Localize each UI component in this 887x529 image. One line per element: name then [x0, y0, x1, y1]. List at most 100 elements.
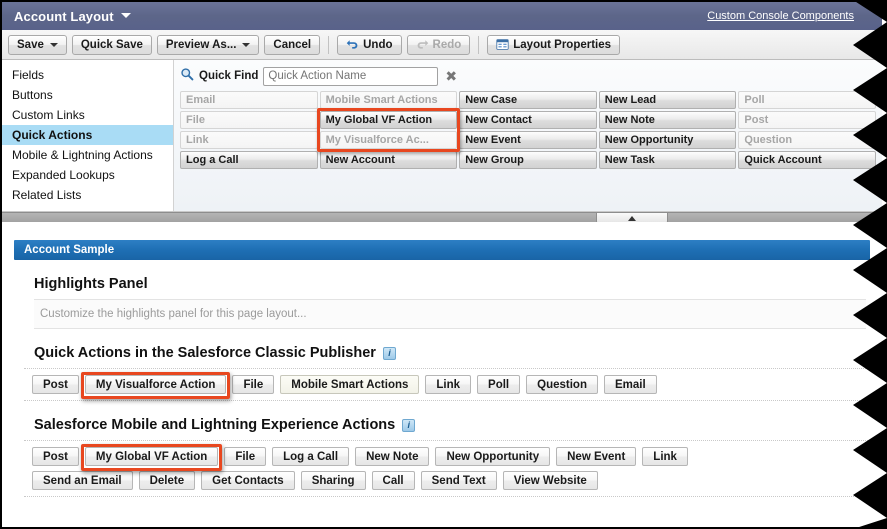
- cancel-button[interactable]: Cancel: [264, 34, 321, 55]
- publisher-action-label: Mobile Smart Actions: [291, 378, 409, 391]
- palette-action-item[interactable]: New Account: [319, 151, 458, 169]
- publisher-action-label: New Event: [567, 450, 626, 463]
- publisher-action-button[interactable]: Send Text: [420, 471, 497, 490]
- sidebar-item-label: Fields: [12, 68, 45, 82]
- publisher-action-button[interactable]: New Event: [556, 447, 637, 466]
- publisher-action-button[interactable]: Delete: [138, 471, 196, 490]
- info-icon[interactable]: i: [402, 418, 416, 432]
- custom-console-components-link[interactable]: Custom Console Components: [707, 10, 854, 22]
- sidebar-item-buttons[interactable]: Buttons: [2, 85, 173, 105]
- palette-action-item[interactable]: Quick Account: [738, 151, 876, 169]
- palette-action-label: New Event: [465, 134, 521, 146]
- palette-action-item[interactable]: New Lead: [598, 91, 737, 109]
- publisher-action-label: Post: [43, 378, 68, 391]
- palette-action-item[interactable]: New Case: [459, 91, 597, 109]
- redo-arrow-icon: [416, 38, 429, 51]
- toolbar-divider-2: [478, 35, 480, 54]
- palette-action-label: Post: [744, 114, 769, 126]
- layout-preview: Account Sample Highlights Panel Customiz…: [2, 222, 882, 497]
- publisher-action-button[interactable]: Link: [642, 447, 688, 466]
- palette-area: Fields Buttons Custom Links Quick Actions Mo…: [2, 60, 882, 212]
- magnifier-icon: [180, 67, 194, 86]
- triangle-up-icon: [628, 215, 636, 221]
- highlights-panel-dropzone[interactable]: Customize the highlights panel for this …: [34, 299, 866, 329]
- sidebar-item-quick-actions[interactable]: Quick Actions: [2, 125, 173, 145]
- publisher-action-label: Sharing: [311, 474, 355, 487]
- caret-down-icon[interactable]: [120, 12, 131, 18]
- publisher-action-button[interactable]: Post: [32, 447, 79, 466]
- undo-arrow-icon: [346, 38, 359, 51]
- redo-button: Redo: [406, 34, 471, 55]
- sidebar-item-mobile-lightning-actions[interactable]: Mobile & Lightning Actions: [2, 145, 173, 165]
- publisher-action-button[interactable]: New Opportunity: [435, 447, 551, 466]
- redo-label: Redo: [432, 38, 462, 51]
- publisher-action-label: Poll: [488, 378, 510, 391]
- sidebar-item-label: Buttons: [12, 88, 53, 102]
- preview-as-button[interactable]: Preview As...: [156, 34, 260, 55]
- palette-action-item[interactable]: New Opportunity: [598, 131, 737, 149]
- caret-down-icon[interactable]: [49, 42, 58, 47]
- publisher-action-label: Delete: [149, 474, 185, 487]
- palette-action-label: Mobile Smart Actions: [325, 94, 438, 106]
- publisher-action-button[interactable]: My Visualforce Action: [84, 375, 227, 394]
- publisher-action-button[interactable]: File: [224, 447, 267, 466]
- palette-action-label: File: [186, 114, 205, 126]
- palette-action-label: New Case: [465, 94, 518, 106]
- publisher-action-label: Email: [614, 378, 646, 391]
- classic-publisher-title: Quick Actions in the Salesforce Classic …: [34, 345, 882, 361]
- palette-action-item: Mobile Smart Actions: [319, 91, 458, 109]
- publisher-action-button[interactable]: Link: [425, 375, 472, 394]
- publisher-action-button[interactable]: Log a Call: [272, 447, 350, 466]
- publisher-action-label: My Global VF Action: [95, 450, 208, 463]
- mobile-lightning-row: Send an Email Delete Get Contacts Sharing Ca…: [24, 471, 882, 490]
- publisher-action-label: Send an Email: [43, 474, 122, 487]
- publisher-action-button[interactable]: Post: [32, 375, 79, 394]
- palette-action-item[interactable]: Log a Call: [180, 151, 318, 169]
- undo-button[interactable]: Undo: [337, 34, 402, 55]
- publisher-action-button[interactable]: View Website: [502, 471, 598, 490]
- info-icon[interactable]: i: [382, 346, 396, 360]
- publisher-action-button[interactable]: New Note: [355, 447, 430, 466]
- publisher-action-button[interactable]: Get Contacts: [201, 471, 295, 490]
- sidebar-item-related-lists[interactable]: Related Lists: [2, 185, 173, 205]
- publisher-action-button[interactable]: Email: [603, 375, 657, 394]
- palette-action-item: Question: [738, 131, 876, 149]
- quick-find-input[interactable]: [263, 66, 439, 86]
- page-root: Account Layout Custom Console Components…: [0, 0, 887, 529]
- publisher-action-button[interactable]: My Global VF Action: [84, 447, 219, 466]
- palette-action-item[interactable]: New Note: [598, 111, 737, 129]
- sidebar-item-expanded-lookups[interactable]: Expanded Lookups: [2, 165, 173, 185]
- sidebar-item-fields[interactable]: Fields: [2, 65, 173, 85]
- mobile-lightning-row: Post My Global VF Action File Log a Call New…: [24, 447, 882, 466]
- palette-action-item: My Visualforce Ac...: [319, 131, 458, 149]
- preview-as-label: Preview As...: [165, 38, 237, 51]
- palette-action-item[interactable]: New Event: [459, 131, 597, 149]
- palette-action-item[interactable]: New Task: [598, 151, 737, 169]
- publisher-action-button[interactable]: Question: [526, 375, 598, 394]
- palette-action-item[interactable]: My Global VF Action: [319, 111, 458, 129]
- palette-action-label: New Group: [465, 154, 524, 166]
- publisher-action-button[interactable]: Sharing: [300, 471, 366, 490]
- palette-action-label: New Lead: [604, 94, 657, 106]
- publisher-action-button[interactable]: Call: [371, 471, 415, 490]
- quick-save-button[interactable]: Quick Save: [71, 34, 152, 55]
- sidebar-item-custom-links[interactable]: Custom Links: [2, 105, 173, 125]
- publisher-action-label: Question: [537, 378, 587, 391]
- palette-action-item[interactable]: New Group: [459, 151, 597, 169]
- save-button[interactable]: Save: [8, 34, 67, 55]
- caret-down-icon[interactable]: [242, 42, 251, 47]
- palette-action-item[interactable]: New Contact: [459, 111, 597, 129]
- quick-actions-palette: Quick Find ✖ Email Mobile Smart Actions Ne…: [174, 60, 882, 211]
- publisher-action-label: My Visualforce Action: [95, 378, 216, 391]
- clear-x-icon[interactable]: ✖: [443, 69, 459, 83]
- layout-properties-button[interactable]: Layout Properties: [487, 34, 621, 55]
- publisher-action-label: Get Contacts: [212, 474, 284, 487]
- publisher-action-button[interactable]: File: [232, 375, 275, 394]
- publisher-action-button[interactable]: Poll: [477, 375, 521, 394]
- highlights-panel-title-text: Highlights Panel: [34, 276, 148, 292]
- sidebar-item-label: Expanded Lookups: [12, 168, 115, 182]
- palette-action-label: Quick Account: [744, 154, 822, 166]
- publisher-action-button[interactable]: Send an Email: [32, 471, 133, 490]
- publisher-action-button[interactable]: Mobile Smart Actions: [280, 375, 420, 394]
- quick-action-grid: Email Mobile Smart Actions New Case New Lea…: [180, 91, 876, 169]
